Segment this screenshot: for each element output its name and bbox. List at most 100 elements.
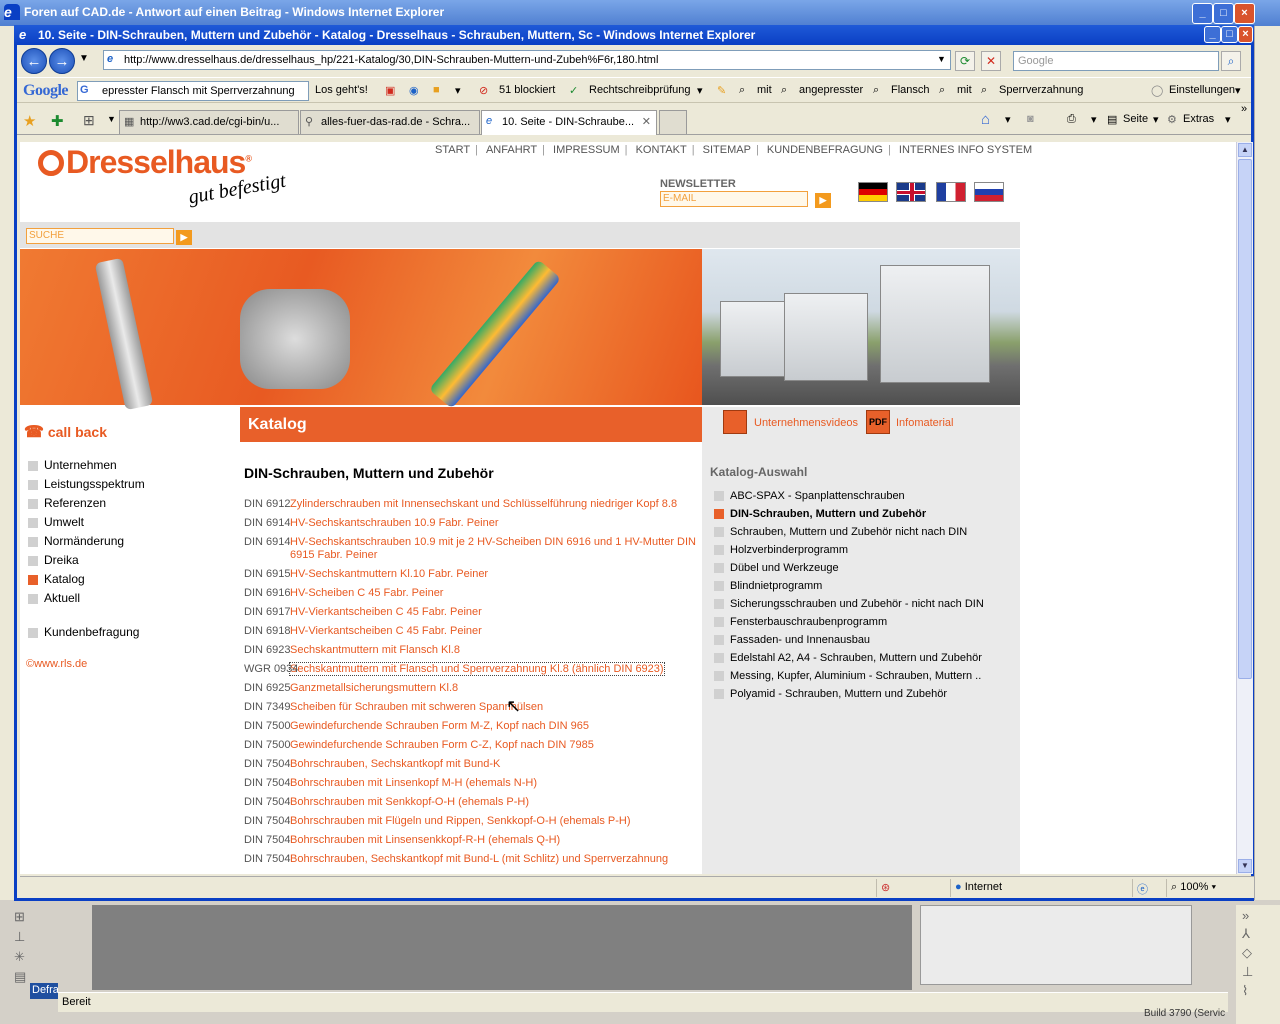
cad-drawing-area[interactable] [92, 905, 912, 990]
catalog-item[interactable]: Holzverbinderprogramm [714, 544, 984, 562]
scroll-up-icon[interactable]: ▲ [1238, 143, 1252, 157]
term-button[interactable]: mit [757, 84, 772, 96]
page-dropdown-icon[interactable]: ▾ [1153, 113, 1159, 126]
ie-titlebar[interactable]: e 10. Seite - DIN-Schrauben, Muttern und… [14, 25, 1254, 45]
term-button[interactable]: Flansch [891, 84, 930, 96]
add-favorite-icon[interactable]: ✚ [51, 112, 64, 130]
product-link[interactable]: Zylinderschrauben mit Innensechskant und… [290, 498, 677, 510]
settings-dropdown-icon[interactable]: ▾ [1235, 84, 1241, 97]
history-dropdown-icon[interactable]: ▼ [79, 53, 89, 64]
nav-start[interactable]: START [435, 144, 470, 156]
cad-tool-icon[interactable]: » [1242, 908, 1280, 923]
scroll-thumb[interactable] [1238, 159, 1252, 679]
product-link[interactable]: HV-Sechskantmuttern Kl.10 Fabr. Peiner [290, 568, 488, 580]
google-logo[interactable]: Google [23, 82, 69, 100]
product-link[interactable]: Gewindefurchende Schrauben Form C-Z, Kop… [290, 739, 594, 751]
catalog-item[interactable]: Fassaden- und Innenausbau [714, 634, 984, 652]
print-dropdown-icon[interactable]: ▾ [1091, 113, 1097, 126]
feeds-icon[interactable]: ◙ [1027, 113, 1034, 125]
catalog-item[interactable]: Schrauben, Muttern und Zubehör nicht nac… [714, 526, 984, 544]
page-menu-button[interactable]: Seite [1123, 113, 1148, 125]
side-menu-kundenbefragung[interactable]: Kundenbefragung [28, 625, 145, 644]
product-link[interactable]: HV-Sechskantschrauben 10.9 mit je 2 HV-S… [290, 536, 696, 561]
cad-tool-icon[interactable]: ⊥ [14, 929, 58, 945]
nav-internes-info-system[interactable]: INTERNES INFO SYSTEM [899, 144, 1032, 156]
home-icon[interactable]: ⌂ [981, 111, 990, 128]
side-menu-item[interactable]: Referenzen [28, 496, 145, 515]
catalog-item[interactable]: Polyamid - Schrauben, Muttern und Zubehö… [714, 688, 984, 706]
catalog-item[interactable]: Dübel und Werkzeuge [714, 562, 984, 580]
privacy-icon[interactable]: ⊛ [876, 879, 946, 897]
product-link[interactable]: Gewindefurchende Schrauben Form M-Z, Kop… [290, 720, 589, 732]
forward-button[interactable]: → [49, 48, 75, 74]
company-videos-link[interactable]: Unternehmensvideos [754, 417, 858, 429]
news-icon[interactable]: ■ [433, 84, 440, 96]
tab-list-dropdown-icon[interactable]: ▼ [107, 114, 116, 124]
catalog-item[interactable]: Blindnietprogramm [714, 580, 984, 598]
search-input[interactable]: Google [1013, 51, 1219, 71]
product-link[interactable]: Sechskantmuttern mit Flansch Kl.8 [290, 644, 460, 656]
product-link[interactable]: Bohrschrauben mit Flügeln und Rippen, Se… [290, 815, 631, 827]
bg-maximize-button[interactable]: □ [1213, 3, 1234, 24]
new-tab-button[interactable] [659, 110, 687, 134]
security-zone[interactable]: ● Internet [950, 879, 1130, 897]
catalog-item[interactable]: Fensterbauschraubenprogramm [714, 616, 984, 634]
site-search-button[interactable]: ▶ [176, 230, 192, 245]
bookmark-icon[interactable]: ▣ [385, 84, 395, 97]
nav-sitemap[interactable]: SITEMAP [703, 144, 751, 156]
cad-tool-icon[interactable]: ⌇ [1242, 983, 1280, 999]
callback-link[interactable]: ☎ call back [24, 422, 107, 442]
flag-german-icon[interactable] [858, 182, 888, 202]
refresh-icon[interactable]: ⟳ [955, 51, 975, 71]
close-button[interactable]: × [1238, 26, 1253, 43]
back-button[interactable]: ← [21, 48, 47, 74]
bg-close-button[interactable]: × [1234, 3, 1255, 24]
side-menu-item-active[interactable]: Katalog [28, 572, 145, 591]
catalog-item-active[interactable]: DIN-Schrauben, Muttern und Zubehör [714, 508, 984, 526]
cad-tool-icon[interactable]: ⅄ [1242, 926, 1280, 942]
flag-russian-icon[interactable] [974, 182, 1004, 202]
tab-fahrrad[interactable]: ⚲ alles-fuer-das-rad.de - Schra... [300, 110, 480, 134]
pagerank-icon[interactable]: ◉ [409, 84, 419, 97]
pdf-icon[interactable]: PDF [866, 410, 890, 434]
search-icon[interactable]: ⌕ [1221, 51, 1241, 71]
spellcheck-dropdown-icon[interactable]: ▾ [697, 84, 703, 97]
settings-button[interactable]: Einstellungen [1169, 84, 1235, 96]
side-menu-item[interactable]: Dreika [28, 553, 145, 572]
product-link[interactable]: Bohrschrauben mit Linsensenkkopf-R-H (eh… [290, 834, 560, 846]
stop-icon[interactable]: ✕ [981, 51, 1001, 71]
extras-menu-button[interactable]: Extras [1183, 113, 1214, 125]
flag-english-icon[interactable] [896, 182, 926, 202]
product-link[interactable]: Bohrschrauben mit Linsenkopf M-H (ehemal… [290, 777, 537, 789]
infomaterial-link[interactable]: Infomaterial [896, 417, 953, 429]
cad-tool-icon[interactable]: ✳ [14, 949, 58, 965]
video-icon[interactable] [723, 410, 747, 434]
product-link[interactable]: HV-Scheiben C 45 Fabr. Peiner [290, 587, 443, 599]
popup-blocked-count[interactable]: 51 blockiert [499, 84, 555, 96]
zoom-control[interactable]: ⌕ 100% ▾ [1166, 879, 1252, 897]
address-bar[interactable]: e http://www.dresselhaus.de/dresselhaus_… [103, 50, 951, 70]
vertical-scrollbar[interactable]: ▲ ▼ [1236, 142, 1253, 874]
newsletter-email-input[interactable]: E-MAIL [660, 191, 808, 207]
tab-close-icon[interactable]: ✕ [642, 115, 651, 128]
product-link[interactable]: Bohrschrauben mit Senkkopf-O-H (ehemals … [290, 796, 529, 808]
site-search-input[interactable]: SUCHE [26, 228, 174, 244]
product-link[interactable]: Bohrschrauben, Sechskantkopf mit Bund-L … [290, 853, 668, 865]
term-button[interactable]: Sperrverzahnung [999, 84, 1083, 96]
nav-kundenbefragung[interactable]: KUNDENBEFRAGUNG [767, 144, 883, 156]
background-window-titlebar[interactable]: e Foren auf CAD.de - Antwort auf einen B… [0, 0, 1280, 26]
quick-tabs-icon[interactable]: ⊞ [83, 112, 95, 129]
side-menu-item[interactable]: Unternehmen [28, 458, 145, 477]
taskbar-tab[interactable]: Defra [30, 983, 59, 999]
side-menu-item[interactable]: Aktuell [28, 591, 145, 610]
product-link[interactable]: HV-Sechskantschrauben 10.9 Fabr. Peiner [290, 517, 499, 529]
minimize-button[interactable]: _ [1204, 26, 1221, 43]
cad-tool-icon[interactable]: ⊞ [14, 909, 58, 925]
tab-dresselhaus[interactable]: e 10. Seite - DIN-Schraube... ✕ [481, 110, 657, 135]
catalog-item[interactable]: Sicherungsschrauben und Zubehör - nicht … [714, 598, 984, 616]
side-menu-item[interactable]: Normänderung [28, 534, 145, 553]
product-link[interactable]: Ganzmetallsicherungsmuttern Kl.8 [290, 682, 458, 694]
term-button[interactable]: angepresster [799, 84, 863, 96]
product-link[interactable]: HV-Vierkantscheiben C 45 Fabr. Peiner [290, 606, 482, 618]
extras-dropdown-icon[interactable]: ▾ [1225, 113, 1231, 126]
